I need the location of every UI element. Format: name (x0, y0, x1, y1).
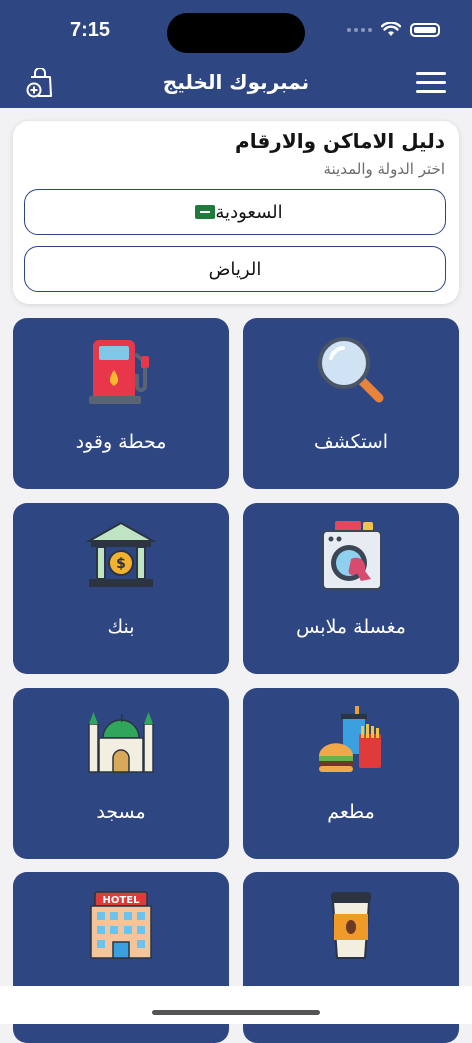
city-select[interactable]: الرياض (24, 246, 446, 292)
saudi-flag-icon (195, 205, 216, 219)
hotel-sign-text: HOTEL (103, 895, 141, 906)
country-label: السعودية (215, 201, 283, 223)
hamburger-menu-icon[interactable] (416, 72, 446, 94)
category-tile-fuel-station[interactable]: محطة وقود (13, 318, 229, 489)
status-icons (347, 22, 440, 37)
home-indicator-area (0, 986, 472, 1024)
battery-icon (410, 22, 440, 37)
category-tile-restaurant[interactable]: مطعم (243, 688, 459, 859)
category-tile-laundry[interactable]: مغسلة ملابس (243, 503, 459, 674)
category-label: بنك (107, 616, 135, 638)
washing-machine-icon (322, 521, 382, 590)
svg-text:$: $ (116, 556, 126, 572)
coffee-cup-icon (331, 892, 371, 959)
cellular-signal-icon (347, 27, 372, 32)
wifi-icon (381, 22, 401, 36)
app-title: نمبربوك الخليج (162, 70, 310, 94)
category-label: مطعم (327, 801, 375, 823)
directory-title: دليل الاماكن والارقام (235, 129, 445, 153)
category-label: مغسلة ملابس (296, 616, 406, 638)
category-label: مسجد (96, 801, 146, 823)
directory-subtitle: اختر الدولة والمدينة (323, 160, 445, 178)
directory-card: دليل الاماكن والارقام اختر الدولة والمدي… (13, 121, 459, 304)
magnifier-icon (318, 337, 384, 403)
category-tile-bank[interactable]: $ بنك (13, 503, 229, 674)
category-label: محطة وقود (75, 431, 167, 453)
app-header: 7:15 نمبربوك الخليج (0, 0, 472, 108)
home-indicator[interactable] (152, 1010, 320, 1015)
dynamic-island (167, 13, 305, 53)
country-select[interactable]: السعودية (24, 189, 446, 235)
hotel-icon: HOTEL (90, 891, 152, 959)
fuel-pump-icon (89, 340, 149, 404)
status-time: 7:15 (70, 19, 111, 41)
category-tile-mosque[interactable]: مسجد (13, 688, 229, 859)
category-label: استكشف (313, 431, 389, 453)
mosque-icon (88, 712, 154, 773)
city-label: الرياض (208, 258, 262, 280)
bank-icon: $ (85, 521, 157, 587)
category-tile-explore[interactable]: استكشف (243, 318, 459, 489)
fast-food-icon (319, 706, 381, 772)
